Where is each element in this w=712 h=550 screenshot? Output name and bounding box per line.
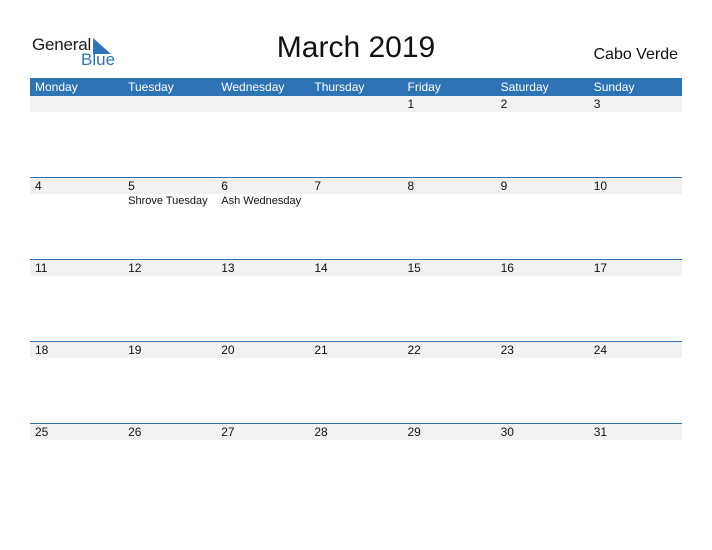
- events-row: Shrove Tuesday Ash Wednesday: [30, 194, 682, 208]
- holiday-label: Ash Wednesday: [221, 195, 302, 207]
- holiday-label: [403, 194, 496, 208]
- day-number: 2: [500, 97, 508, 111]
- week-row: 25 26 27 28 29 30 31: [30, 423, 682, 505]
- week-row: 1 2 3: [30, 96, 682, 177]
- day-number-strip: 18 19 20 21 22 23 24: [30, 342, 682, 358]
- day-number: [123, 96, 216, 112]
- day-number: 5: [128, 179, 135, 193]
- day-number-strip: 11 12 13 14 15 16 17: [30, 260, 682, 276]
- day-number-strip: 1 2 3: [30, 96, 682, 112]
- day-number: 18: [35, 343, 49, 357]
- weekday-wednesday: Wednesday: [221, 80, 285, 94]
- day-number: [216, 96, 309, 112]
- day-number: 25: [35, 425, 49, 439]
- day-number: 21: [314, 343, 328, 357]
- week-row: 11 12 13 14 15 16 17: [30, 259, 682, 341]
- day-number: 3: [593, 97, 601, 111]
- holiday-label: [589, 194, 682, 208]
- day-number: 24: [593, 343, 608, 357]
- holiday-label: Shrove Tuesday: [128, 195, 208, 207]
- day-number: 1: [407, 97, 415, 111]
- day-number: 12: [128, 261, 142, 275]
- day-number: 20: [221, 343, 235, 357]
- weekday-friday: Friday: [407, 80, 441, 94]
- day-number: 17: [593, 261, 608, 275]
- day-number: 8: [407, 179, 415, 193]
- day-number-strip: 4 5 6 7 8 9 10: [30, 178, 682, 194]
- day-number: 22: [407, 343, 421, 357]
- day-number: [309, 96, 402, 112]
- day-number: 7: [314, 179, 322, 193]
- day-number: 23: [500, 343, 514, 357]
- day-number: 31: [593, 425, 608, 439]
- day-number: 10: [593, 179, 608, 193]
- day-number: 6: [221, 179, 228, 193]
- day-number: 4: [35, 179, 42, 193]
- weekday-header: Monday Tuesday Wednesday Thursday Friday Satu…: [30, 78, 682, 96]
- week-row: 4 5 6 7 8 9 10 Shrove Tuesday Ash Wednesday: [30, 177, 682, 259]
- week-row: 18 19 20 21 22 23 24: [30, 341, 682, 423]
- day-number: 16: [500, 261, 514, 275]
- day-number: 9: [500, 179, 508, 193]
- holiday-label: [309, 194, 402, 208]
- day-number: [30, 96, 123, 112]
- country-label: Cabo Verde: [593, 46, 678, 63]
- day-number: 11: [35, 261, 48, 275]
- day-number: 29: [407, 425, 421, 439]
- weekday-sunday: Sunday: [593, 80, 635, 94]
- weekday-saturday: Saturday: [500, 80, 549, 94]
- day-number: 15: [407, 261, 421, 275]
- day-number: 26: [128, 425, 142, 439]
- day-number: 19: [128, 343, 142, 357]
- day-number: 30: [500, 425, 514, 439]
- weekday-monday: Monday: [35, 80, 78, 94]
- day-number: 14: [314, 261, 328, 275]
- calendar: Monday Tuesday Wednesday Thursday Friday Satu…: [30, 78, 682, 505]
- holiday-label: [30, 194, 123, 208]
- day-number: 27: [221, 425, 235, 439]
- weekday-thursday: Thursday: [314, 80, 365, 94]
- day-number: 28: [314, 425, 328, 439]
- day-number-strip: 25 26 27 28 29 30 31: [30, 424, 682, 440]
- holiday-label: [496, 194, 589, 208]
- weekday-tuesday: Tuesday: [128, 80, 174, 94]
- day-number: 13: [221, 261, 235, 275]
